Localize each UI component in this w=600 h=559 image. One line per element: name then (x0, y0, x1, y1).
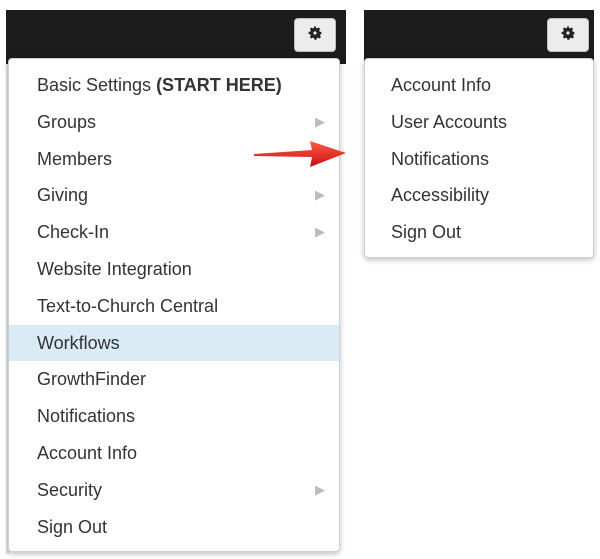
right-panel: Account Info User Accounts Notifications Ac… (364, 0, 600, 270)
gear-icon (560, 25, 576, 46)
menu-item-label: Check-In (37, 222, 110, 243)
menu-item-text-to-church-central[interactable]: Text-to-Church Central (9, 288, 339, 325)
menu-item-label: User Accounts (391, 111, 508, 132)
menu-item-label: Account Info (391, 75, 492, 95)
menu-item-label: Text-to-Church Central (37, 295, 219, 316)
menu-item-label: Security (37, 479, 103, 500)
menu-item-label: Members (37, 148, 113, 169)
menu-item-label: Website Integration (37, 258, 192, 279)
chevron-right-icon: ▶ (315, 187, 325, 203)
menu-item-label: Basic Settings (37, 75, 157, 95)
menu-item-label: Sign Out (391, 222, 462, 243)
settings-dropdown-menu-new: Account Info User Accounts Notifications Ac… (364, 58, 594, 258)
menu-item-label: Notifications (37, 406, 136, 427)
menu-item-check-in[interactable]: Check-In ▶ (9, 214, 339, 251)
gear-icon (307, 25, 323, 46)
menu-item-website-integration[interactable]: Website Integration (9, 251, 339, 288)
settings-button-new[interactable] (547, 18, 589, 52)
menu-item-sign-out[interactable]: Sign Out (9, 509, 339, 546)
menu-item-label: Giving (37, 185, 89, 206)
chevron-right-icon: ▶ (315, 224, 325, 240)
menu-item-label: Sign Out (37, 516, 108, 537)
menu-item-label: Accessibility (391, 185, 490, 206)
menu-item-label: Account Info (37, 442, 138, 463)
menu-item-workflows[interactable]: Workflows (9, 324, 339, 362)
menu-item-account-info[interactable]: Account Info (365, 67, 593, 104)
menu-item-account-info[interactable]: Account Info (9, 435, 339, 472)
settings-button[interactable] (294, 18, 336, 52)
menu-item-accessibility[interactable]: Accessibility (365, 177, 593, 214)
red-arrow-icon (254, 141, 346, 167)
chevron-right-icon: ▶ (315, 481, 325, 497)
menu-item-label: GrowthFinder (37, 369, 147, 390)
menu-item-emphasis: (START HERE) (156, 75, 282, 95)
menu-item-sign-out[interactable]: Sign Out (365, 214, 593, 251)
menu-item-label: Workflows (37, 332, 120, 353)
menu-item-label: Groups (37, 111, 97, 132)
menu-item-notifications[interactable]: Notifications (365, 141, 593, 178)
left-panel: Basic Settings (START HERE) Groups ▶ Member… (0, 0, 348, 559)
menu-item-notifications[interactable]: Notifications (9, 398, 339, 435)
menu-item-basic-settings[interactable]: Basic Settings (START HERE) (9, 67, 339, 104)
menu-item-user-accounts[interactable]: User Accounts (365, 104, 593, 141)
menu-item-giving[interactable]: Giving ▶ (9, 177, 339, 214)
menu-item-label: Notifications (391, 148, 490, 169)
menu-item-security[interactable]: Security ▶ (9, 472, 339, 509)
menu-item-growthfinder[interactable]: GrowthFinder (9, 361, 339, 398)
